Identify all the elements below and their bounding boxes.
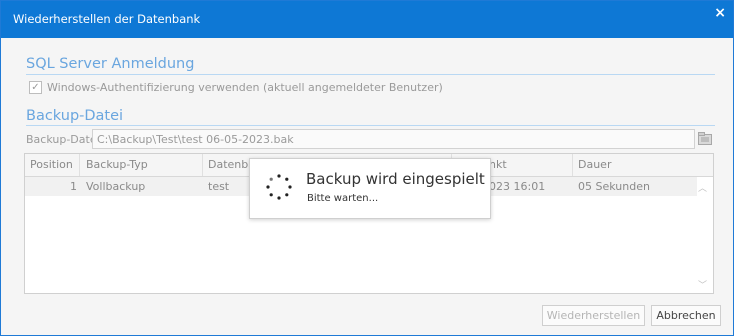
title-bar: Wiederherstellen der Datenbank ×	[1, 1, 733, 38]
loading-spinner-icon	[266, 174, 292, 200]
backup-file-label: Backup-Datei	[26, 133, 100, 146]
scroll-up-icon[interactable]: ︿	[698, 181, 707, 194]
column-header-position[interactable]: Position	[30, 158, 73, 171]
folder-browse-icon[interactable]	[698, 132, 712, 145]
backup-file-section-title: Backup-Datei	[26, 108, 124, 124]
restore-button[interactable]: Wiederherstellen	[542, 305, 645, 326]
scroll-down-icon[interactable]: ﹀	[698, 278, 707, 291]
column-header-timepoint[interactable]: nkt	[489, 158, 507, 171]
sql-login-section-title: SQL Server Anmeldung	[26, 56, 195, 72]
sql-section-divider	[26, 74, 715, 75]
cell-database: test	[208, 180, 230, 193]
windows-auth-checkbox[interactable]: ✓	[29, 81, 42, 94]
column-separator	[79, 154, 80, 176]
column-separator	[572, 154, 573, 176]
backup-section-divider	[26, 125, 715, 126]
column-separator	[202, 154, 203, 176]
cancel-button[interactable]: Abbrechen	[651, 305, 721, 326]
overlay-title: Backup wird eingespielt	[306, 170, 485, 188]
loading-overlay: Backup wird eingespielt Bitte warten...	[249, 158, 491, 219]
overlay-subtitle: Bitte warten...	[307, 193, 379, 204]
cell-backup-type: Vollbackup	[86, 180, 146, 193]
window-title: Wiederherstellen der Datenbank	[13, 12, 201, 26]
windows-auth-label: Windows-Authentifizierung verwenden (akt…	[47, 81, 443, 94]
cell-position: 1	[70, 180, 77, 193]
column-header-backup-type[interactable]: Backup-Typ	[86, 158, 148, 171]
restore-dialog: Wiederherstellen der Datenbank × SQL Ser…	[0, 0, 734, 336]
windows-auth-option[interactable]: ✓ Windows-Authentifizierung verwenden (a…	[29, 81, 443, 94]
close-icon[interactable]: ×	[714, 5, 726, 21]
cell-timepoint: 023 16:01	[489, 180, 546, 193]
column-header-duration[interactable]: Dauer	[578, 158, 611, 171]
backup-file-field[interactable]: C:\Backup\Test\test 06-05-2023.bak	[92, 129, 695, 149]
column-header-database[interactable]: Datenba	[208, 158, 255, 171]
cell-duration: 05 Sekunden	[578, 180, 650, 193]
